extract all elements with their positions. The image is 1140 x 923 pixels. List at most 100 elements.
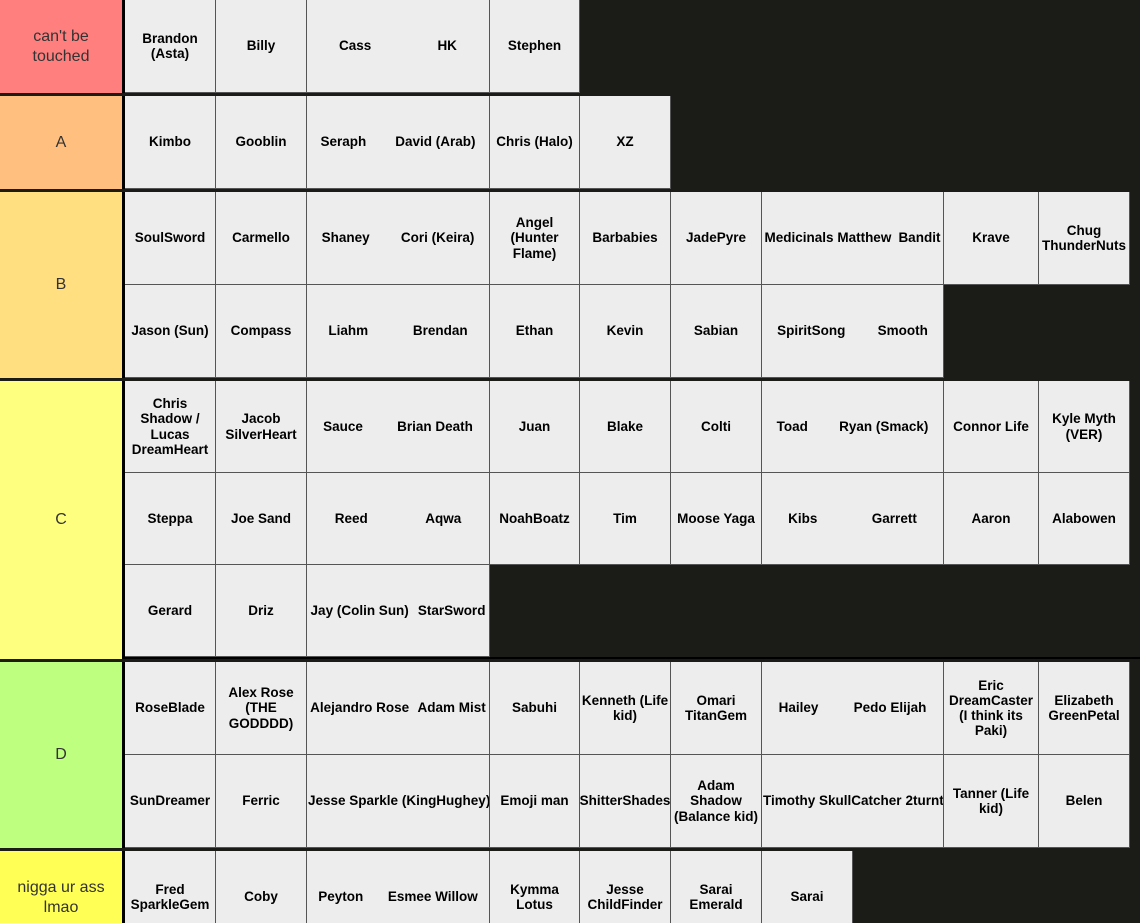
tier-item[interactable]: Tim [580,473,671,565]
tier-item-label: Ryan (Smack) [839,419,928,434]
tier-item[interactable]: Billy [216,0,307,93]
tier-item[interactable]: Fred SparkleGem [125,851,216,923]
tier-item[interactable]: Jesse Sparkle (KingHughey)Brutus [307,755,490,848]
tier-label[interactable]: B [0,192,125,378]
tier-item[interactable]: SunDreamer [125,755,216,848]
tier-item[interactable]: Juan [490,381,580,473]
tier-label[interactable]: C [0,381,125,659]
tier-drop-zone[interactable]: RoseBladeAlex Rose (THE GODDDD)Alejandro… [125,662,1140,845]
tier-item[interactable]: SauceBrian Death [307,381,490,473]
tier-item[interactable]: Angel (Hunter Flame) [490,192,580,285]
tier-drop-zone[interactable]: KimboGooblinSeraphDavid (Arab)Chris (Hal… [125,96,1140,186]
tier-item[interactable]: Chris (Halo) [490,96,580,189]
tier-item[interactable]: ReedAqwa [307,473,490,565]
tier-item[interactable]: ShitterShades [580,755,671,848]
tier-item-label: Tanner (Life kid) [945,786,1037,816]
tier-drop-zone[interactable]: SoulSword Carmello ShaneyCori (Keira)Angel… [125,192,1140,375]
tier-item[interactable]: Sarai Emerald [671,851,762,923]
tier-item-label: David (Arab) [395,134,475,149]
tier-item[interactable]: Belen [1039,755,1130,848]
tier-item[interactable]: Kenneth (Life kid) [580,662,671,755]
tier-item[interactable]: Sabian [671,285,762,378]
tier-item-label: Juan [519,419,551,434]
tier-item[interactable]: Medicinals MatthewBandit [762,192,944,285]
tier-item[interactable]: Joe Sand [216,473,307,565]
tier-label[interactable]: D [0,662,125,848]
tier-item[interactable]: Adam Shadow (Balance kid) [671,755,762,848]
tier-item[interactable]: Sabuhi [490,662,580,755]
tier-item[interactable]: Stephen [490,0,580,93]
tier-item-label: Smooth [878,323,928,338]
tier-item[interactable]: Eric DreamCaster (I think its Paki) [944,662,1039,755]
tier-item[interactable]: Jacob SilverHeart [216,381,307,473]
tier-item-label: Driz [248,603,274,618]
tier-item[interactable]: HaileyPedo Elijah [762,662,944,755]
tier-item[interactable]: Carmello [216,192,307,285]
tier-label[interactable]: can't be touched [0,0,125,93]
tier-item-label: Carmello [232,230,290,245]
tier-item[interactable]: SeraphDavid (Arab) [307,96,490,189]
tier-item[interactable]: CassHK [307,0,490,93]
tier-item[interactable]: Jason (Sun) [125,285,216,378]
tier-item[interactable]: Gerard [125,565,216,657]
tier-item[interactable]: Kymma Lotus [490,851,580,923]
tier-item-row: Jason (Sun)CompassLiahmBrendanEthanKevin… [125,285,1140,378]
tier-item[interactable]: Connor Life [944,381,1039,473]
tier-item[interactable]: Alex Rose (THE GODDDD) [216,662,307,755]
tier-item[interactable]: Jesse ChildFinder [580,851,671,923]
tier-label[interactable]: nigga ur ass lmao [0,851,125,923]
tier-item[interactable]: Timothy SkullCatcher2turnt [762,755,944,848]
tier-item[interactable]: Kyle Myth (VER) [1039,381,1130,473]
tier-item[interactable]: Coby [216,851,307,923]
tier-item[interactable]: RoseBlade [125,662,216,755]
tier-item[interactable]: ToadRyan (Smack) [762,381,944,473]
tier-item[interactable]: SpiritSong Smooth [762,285,944,378]
tier-item[interactable]: XZ [580,96,671,189]
tier-item-label: Cori (Keira) [401,230,475,245]
tier-item[interactable]: Blake [580,381,671,473]
tier-item-label: Chris Shadow / Lucas DreamHeart [126,396,214,456]
tier-item[interactable]: Tanner (Life kid) [944,755,1039,848]
tier-item[interactable]: Alejandro RoseAdam Mist [307,662,490,755]
tier-item-label: Alejandro Rose [310,700,409,715]
tier-item[interactable]: Brandon (Asta) [125,0,216,93]
tier-item[interactable]: Chug ThunderNuts [1039,192,1130,285]
tier-item-row: SteppaJoe SandReedAqwa NoahBoatz TimMoose … [125,473,1140,565]
tier-item[interactable]: Alabowen [1039,473,1130,565]
tier-item[interactable]: SoulSword [125,192,216,285]
tier-item-label: SpiritSong [777,323,845,338]
tier-item[interactable]: Omari TitanGem [671,662,762,755]
tier-label[interactable]: A [0,96,125,189]
tier-item[interactable]: LiahmBrendan [307,285,490,378]
tier-item[interactable]: KibsGarrett [762,473,944,565]
tier-item[interactable]: Chris Shadow / Lucas DreamHeart [125,381,216,473]
tier-item[interactable]: Driz [216,565,307,657]
tier-item[interactable]: Kevin [580,285,671,378]
tier-item[interactable]: ShaneyCori (Keira) [307,192,490,285]
tier-item[interactable]: Kimbo [125,96,216,189]
tier-item[interactable]: JadePyre [671,192,762,285]
tier-item[interactable]: NoahBoatz [490,473,580,565]
tier-item-label: Jay (Colin Sun) [311,603,409,618]
tier-drop-zone[interactable]: Chris Shadow / Lucas DreamHeartJacob Sil… [125,381,1140,656]
tier-item[interactable]: Sarai [762,851,853,923]
tier-item[interactable]: Gooblin [216,96,307,189]
tier-item-label: Hailey [779,700,819,715]
tier-item[interactable]: Ethan [490,285,580,378]
tier-item[interactable]: Elizabeth GreenPetal [1039,662,1130,755]
tier-item[interactable]: Barbabies [580,192,671,285]
tier-item[interactable]: Jay (Colin Sun)StarSword [307,565,490,657]
tier-item[interactable]: Steppa [125,473,216,565]
tier-item[interactable]: Aaron [944,473,1039,565]
tier-item[interactable]: PeytonEsmee Willow [307,851,490,923]
tier-item[interactable]: Emoji man [490,755,580,848]
tier-item[interactable]: Compass [216,285,307,378]
tier-drop-zone[interactable]: Fred SparkleGemCobyPeytonEsmee WillowKym… [125,851,1140,923]
tier-item[interactable]: Colti [671,381,762,473]
tier-drop-zone[interactable]: Brandon (Asta)BillyCassHKStephen [125,0,1140,90]
tier-item-label: NoahBoatz [499,511,570,526]
tier-item-label: SoulSword [135,230,206,245]
tier-item[interactable]: Krave [944,192,1039,285]
tier-item[interactable]: Moose Yaga [671,473,762,565]
tier-item[interactable]: Ferric [216,755,307,848]
